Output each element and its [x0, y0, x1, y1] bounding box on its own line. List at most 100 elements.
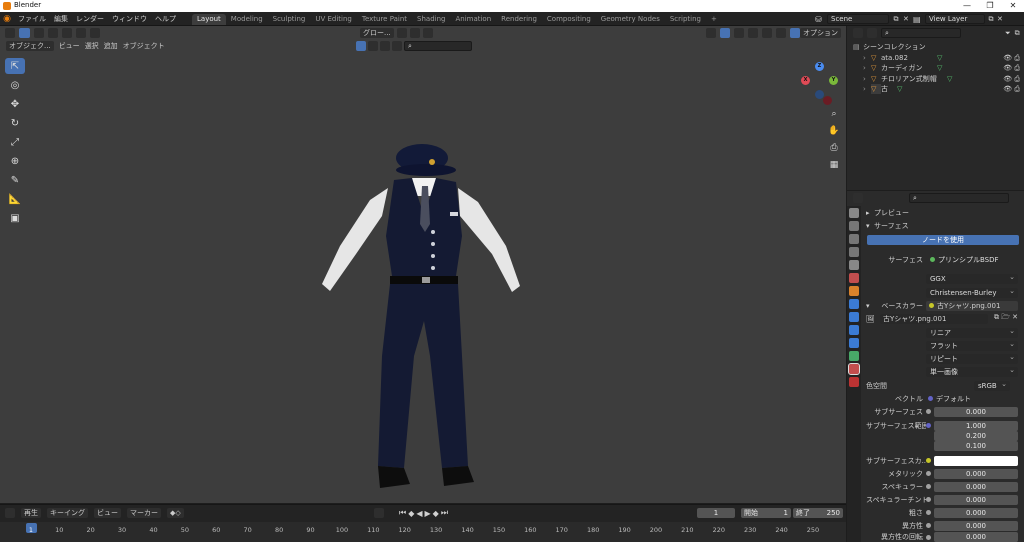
menu-object[interactable]: オブジェクト	[123, 41, 165, 51]
properties-search-input[interactable]: ⌕	[909, 193, 1009, 203]
cursor-tool-icon[interactable]: ◎	[5, 77, 25, 93]
scale-tool-icon[interactable]: ⤢	[5, 134, 25, 150]
keyframe-insert-icon[interactable]: ◆◇	[167, 508, 184, 518]
mode-dropdown[interactable]: オブジェク...	[6, 41, 54, 51]
select-mode-invert-icon[interactable]	[76, 28, 86, 38]
tab-geometry-nodes[interactable]: Geometry Nodes	[596, 14, 665, 25]
specular-field[interactable]: 0.000	[934, 481, 1018, 492]
subsurface-color-swatch[interactable]	[934, 455, 1018, 466]
menu-keying[interactable]: キーイング	[47, 508, 88, 518]
material-tab-icon[interactable]	[848, 363, 860, 375]
perspective-grid-icon[interactable]: ▦	[828, 157, 840, 174]
constraints-tab-icon[interactable]	[849, 338, 859, 348]
filter-camera-icon[interactable]	[380, 41, 390, 51]
rotate-tool-icon[interactable]: ↻	[5, 115, 25, 131]
surface-shader-field[interactable]: プリンシプルBSDF	[926, 255, 1018, 265]
shading-material-icon[interactable]	[790, 28, 800, 38]
outliner-item[interactable]: › ▽ カーディガン ▽ 👁 ⎙	[853, 63, 1024, 74]
tab-compositing[interactable]: Compositing	[542, 14, 596, 25]
gizmo-x-axis-icon[interactable]: X	[801, 76, 810, 85]
character-model[interactable]	[310, 116, 530, 506]
expand-arrow-icon[interactable]: ›	[863, 53, 871, 63]
play-icon[interactable]: ▶	[425, 509, 431, 518]
visibility-eye-icon[interactable]: 👁 ⎙	[1003, 84, 1020, 94]
subsurface-method-dropdown[interactable]: Christensen-Burley	[926, 286, 1018, 298]
tab-sculpting[interactable]: Sculpting	[268, 14, 311, 25]
projection-dropdown[interactable]: フラット	[926, 339, 1018, 351]
subsurface-radius-z-field[interactable]: 0.100	[934, 440, 1018, 451]
pivot-point-icon[interactable]	[396, 28, 407, 38]
select-box-tool-icon[interactable]: ⇱	[5, 58, 25, 74]
image-actions-icon[interactable]: ⧉ 🗁 ✕	[988, 313, 1018, 324]
object-tab-icon[interactable]	[849, 286, 859, 296]
visibility-eye-icon[interactable]: 👁 ⎙	[1003, 63, 1020, 73]
add-cube-tool-icon[interactable]: ▣	[5, 210, 25, 226]
visibility-eye-icon[interactable]: 👁 ⎙	[1003, 53, 1020, 63]
properties-editor-type-icon[interactable]	[853, 193, 863, 203]
tab-layout[interactable]: Layout	[192, 13, 226, 25]
camera-view-icon[interactable]: ⎙	[828, 140, 840, 157]
filter-mesh-icon[interactable]	[368, 41, 378, 51]
output-tab-icon[interactable]	[849, 234, 859, 244]
data-tab-icon[interactable]	[849, 351, 859, 361]
menu-select[interactable]: 選択	[85, 41, 99, 51]
annotate-tool-icon[interactable]: ✎	[5, 172, 25, 188]
visibility-icon[interactable]	[706, 28, 716, 38]
tab-texture-paint[interactable]: Texture Paint	[357, 14, 412, 25]
shading-solid-icon[interactable]	[776, 28, 786, 38]
select-mode-new-icon[interactable]	[34, 28, 44, 38]
transform-orientation-dropdown[interactable]: グロー...	[360, 28, 394, 38]
add-workspace-button[interactable]: +	[706, 14, 722, 25]
end-frame-field[interactable]: 終了 250	[793, 508, 843, 518]
minimize-button[interactable]: —	[957, 0, 977, 12]
timeline-editor-type-icon[interactable]	[5, 508, 15, 518]
subsurface-radius-y-field[interactable]: 0.200	[934, 430, 1018, 441]
gizmo-z-axis-icon[interactable]: Z	[815, 62, 824, 71]
outliner-display-mode-icon[interactable]	[867, 28, 877, 38]
shading-wireframe-icon[interactable]	[762, 28, 772, 38]
blender-menu-icon[interactable]: ◉	[0, 14, 14, 24]
subsurface-radius-x-field[interactable]: 1.000	[934, 420, 1018, 431]
current-frame-field[interactable]: 1	[697, 508, 735, 518]
interpolation-dropdown[interactable]: リニア	[926, 326, 1018, 338]
gizmo-neg-z-icon[interactable]	[815, 90, 824, 99]
expand-arrow-icon[interactable]: ›	[863, 84, 871, 94]
outliner-scene-collection[interactable]: ▤ シーンコレクション	[853, 42, 1024, 53]
jump-keyframe-back-icon[interactable]: ◆	[408, 509, 414, 518]
3d-viewport[interactable]: Z X Y ⌕ ✋ ⎙ ▦	[0, 26, 846, 503]
tab-rendering[interactable]: Rendering	[496, 14, 542, 25]
delete-scene-icon[interactable]: ✕	[903, 15, 913, 23]
menu-add[interactable]: 追加	[104, 41, 118, 51]
select-mode-intersect-icon[interactable]	[90, 28, 100, 38]
new-scene-icon[interactable]: ⧉	[889, 15, 903, 24]
delete-view-layer-icon[interactable]: ✕	[997, 15, 1007, 23]
anisotropic-rotation-field[interactable]: 0.000	[934, 532, 1018, 542]
physics-tab-icon[interactable]	[849, 325, 859, 335]
particles-tab-icon[interactable]	[849, 312, 859, 322]
menu-render[interactable]: レンダー	[72, 12, 108, 26]
tool-tab-icon[interactable]	[849, 208, 859, 218]
vector-field[interactable]: デフォルト	[926, 394, 1018, 404]
tab-uv-editing[interactable]: UV Editing	[310, 14, 357, 25]
auto-keying-icon[interactable]	[374, 508, 384, 518]
play-reverse-icon[interactable]: ◀	[416, 509, 422, 518]
select-mode-extend-icon[interactable]	[48, 28, 58, 38]
options-dropdown[interactable]: オプション	[800, 28, 841, 38]
scene-tab-icon[interactable]	[849, 260, 859, 270]
colorspace-dropdown[interactable]: sRGB	[974, 379, 1010, 391]
source-dropdown[interactable]: 単一画像	[926, 365, 1018, 377]
metallic-field[interactable]: 0.000	[934, 468, 1018, 479]
roughness-field[interactable]: 0.000	[934, 507, 1018, 518]
move-tool-icon[interactable]: ✥	[5, 96, 25, 112]
scene-selector[interactable]: Scene	[827, 14, 889, 24]
use-nodes-button[interactable]: ノードを使用	[867, 235, 1019, 245]
menu-edit[interactable]: 編集	[50, 12, 72, 26]
subsurface-value-field[interactable]: 0.000	[934, 406, 1018, 417]
menu-help[interactable]: ヘルプ	[151, 12, 180, 26]
image-name-field[interactable]: 古Yシャツ.png.001	[880, 313, 988, 324]
transform-tool-icon[interactable]: ⊕	[5, 153, 25, 169]
world-tab-icon[interactable]	[849, 273, 859, 283]
expand-arrow-icon[interactable]: ›	[863, 74, 871, 84]
jump-start-icon[interactable]: ⏮	[399, 508, 406, 518]
gizmo-neg-x-icon[interactable]	[823, 96, 832, 105]
